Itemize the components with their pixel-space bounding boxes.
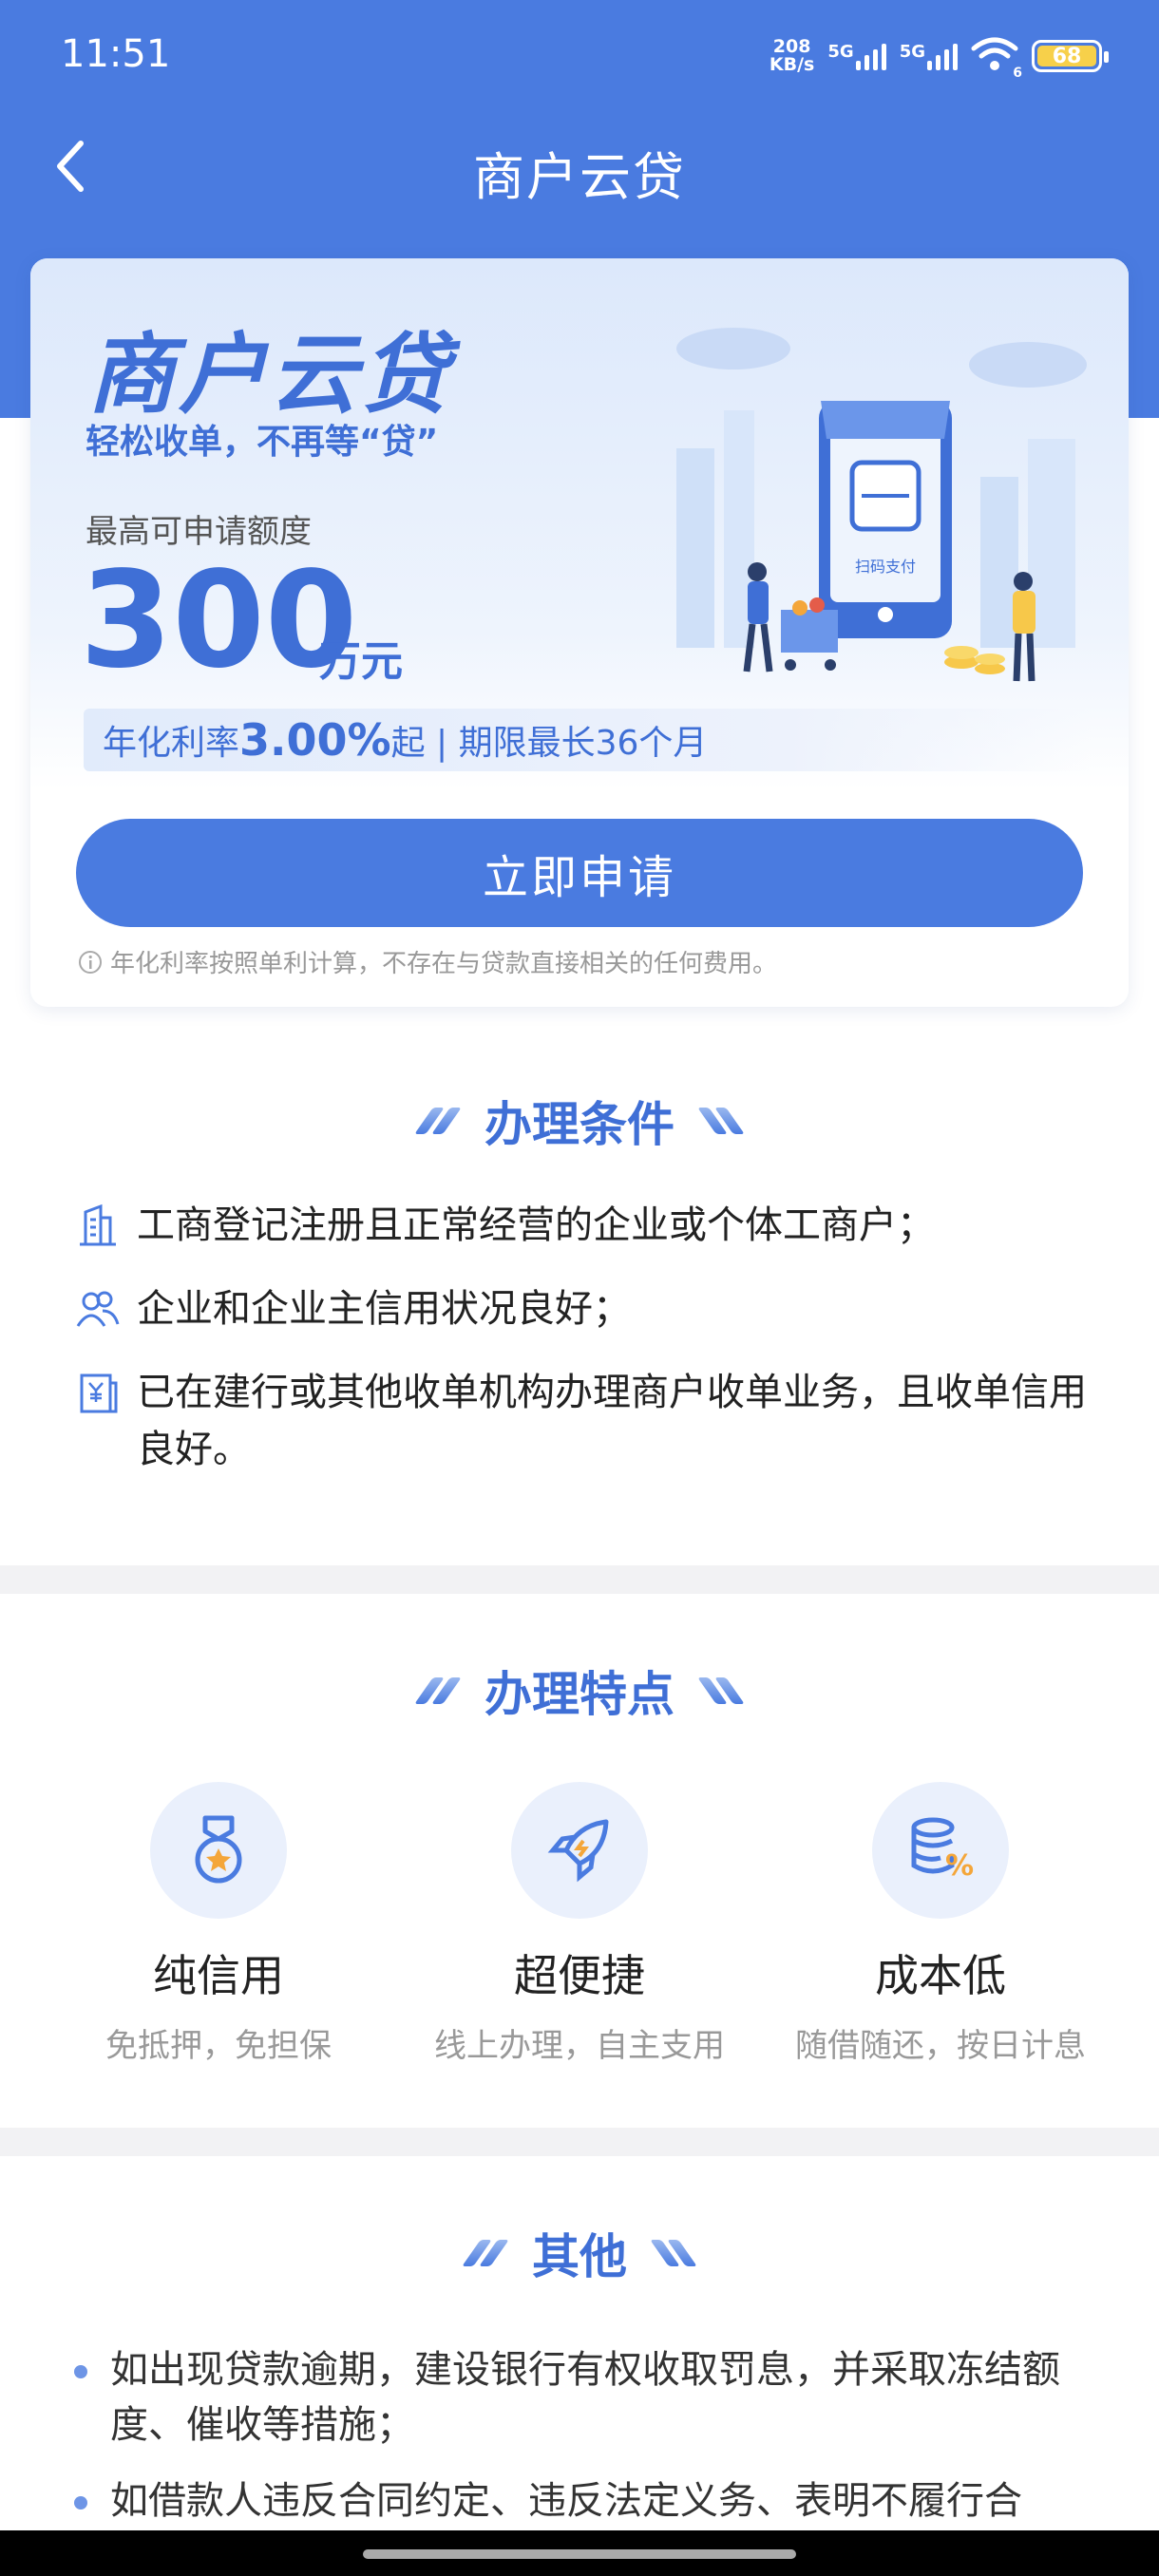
home-gesture-handle[interactable] (363, 2549, 796, 2559)
section-divider (0, 1565, 1159, 1594)
scan-pay-label: 扫码支付 (855, 558, 916, 576)
loan-hero-card: 商户云贷 轻松收单，不再等“贷” 最高可申请额度 300 万元 扫码支付 年化利… (30, 258, 1129, 1007)
features-row: 纯信用 免抵押，免担保 超便捷 线上办理，自主支用 % 成本低 随借随还，按日计… (0, 1782, 1159, 2066)
bullet-dot (74, 2496, 87, 2510)
status-bar: 11:51 208 KB/s 5G 5G 6 68 (0, 0, 1159, 114)
limit-value: 300 (80, 543, 358, 698)
features-section-title: 办理特点 (0, 1657, 1159, 1725)
limit-unit: 万元 (319, 637, 403, 686)
receipt-icon (80, 1373, 118, 1413)
list-item: 如出现贷款逾期，建设银行有权收取罚息，并采取冻结额度、催收等措施； (74, 2342, 1100, 2453)
other-terms-list: 如出现贷款逾期，建设银行有权收取罚息，并采取冻结额度、催收等措施； 如借款人违反… (74, 2342, 1100, 2549)
coins-percent-icon: % (911, 1817, 974, 1883)
page-title: 商户云贷 (473, 147, 686, 207)
rate-info: 年化利率 3.00% 起 | 期限最长36个月 (84, 709, 1091, 771)
svg-text:%: % (945, 1849, 974, 1883)
decorative-slash-icon (697, 1108, 745, 1134)
product-title: 商户云贷 (87, 324, 453, 426)
status-time: 11:51 (61, 32, 171, 76)
battery-icon: 68 (1032, 40, 1109, 72)
decorative-slash-icon (697, 1677, 745, 1704)
conditions-list: 工商登记注册且正常经营的企业或个体工商户； 企业和企业主信用状况良好； 已在建行… (74, 1197, 1100, 1505)
people-icon (76, 1291, 120, 1327)
building-icon (80, 1203, 116, 1246)
signal-icon: 5G (827, 42, 886, 70)
product-slogan: 轻松收单，不再等“贷” (86, 423, 439, 462)
system-nav-bar (0, 2530, 1159, 2576)
bullet-dot (74, 2365, 87, 2378)
decorative-slash-icon (650, 2240, 697, 2266)
feature-low-cost: % 成本低 随借随还，按日计息 (779, 1782, 1102, 2066)
conditions-section-title: 办理条件 (0, 1087, 1159, 1155)
feature-credit: 纯信用 免抵押，免担保 (57, 1782, 380, 2066)
apply-now-button[interactable]: 立即申请 (76, 819, 1083, 927)
rate-note: 年化利率按照单利计算，不存在与贷款直接相关的任何费用。 (78, 944, 777, 979)
status-icons: 208 KB/s 5G 5G 6 68 (769, 32, 1109, 81)
list-item: 如借款人违反合同约定、违反法定义务、表明不履行合 (74, 2473, 1100, 2529)
list-item: 已在建行或其他收单机构办理商户收单业务，且收单信用良好。 (74, 1364, 1100, 1478)
decorative-slash-icon (462, 2240, 509, 2266)
merchant-illustration: 扫码支付 (676, 328, 1087, 682)
feature-convenient: 超便捷 线上办理，自主支用 (418, 1782, 741, 2066)
section-divider (0, 2128, 1159, 2156)
title-bar: 商户云贷 (0, 114, 1159, 218)
network-speed: 208 KB/s (769, 36, 815, 75)
list-item: 企业和企业主信用状况良好； (74, 1280, 1100, 1337)
list-item: 工商登记注册且正常经营的企业或个体工商户； (74, 1197, 1100, 1254)
decorative-slash-icon (414, 1677, 462, 1704)
medal-icon (195, 1815, 242, 1884)
other-section-title: 其他 (0, 2219, 1159, 2287)
decorative-slash-icon (414, 1108, 462, 1134)
signal-icon: 5G (900, 42, 958, 70)
wifi-icon: 6 (971, 37, 1022, 81)
rocket-icon (547, 1819, 609, 1883)
info-icon (79, 950, 102, 974)
